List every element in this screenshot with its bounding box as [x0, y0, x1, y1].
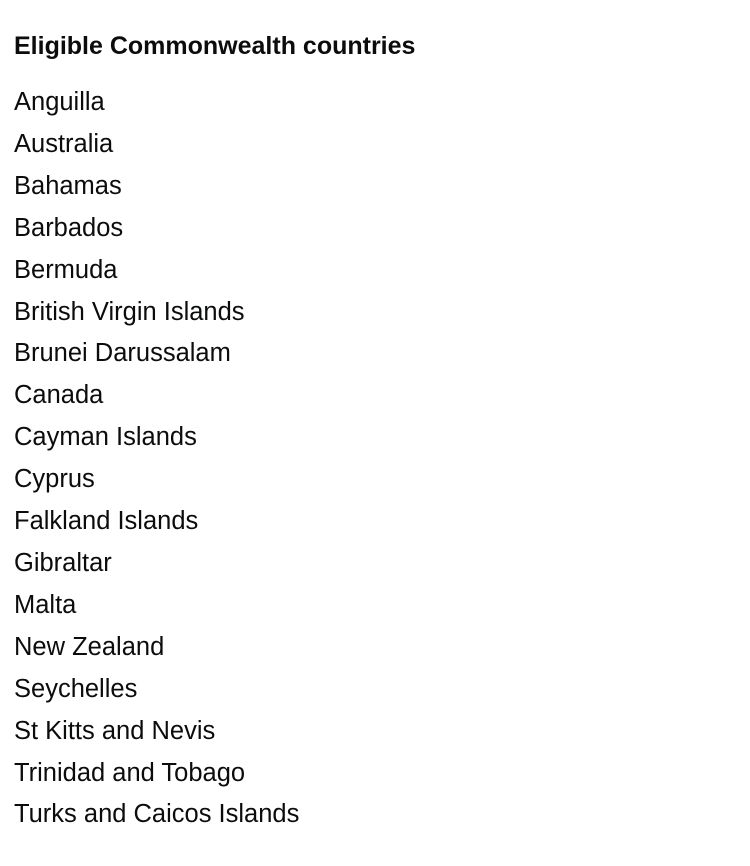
- list-item: Anguilla: [14, 88, 105, 116]
- country-list: Anguilla Australia Bahamas Barbados Berm…: [14, 82, 750, 836]
- list-item: Malta: [14, 590, 77, 619]
- list-item: Turks and Caicos Islands: [14, 800, 300, 829]
- list-item: Australia: [14, 129, 114, 158]
- list-item: Bermuda: [14, 255, 118, 284]
- list-item: Trinidad and Tobago: [14, 758, 246, 787]
- page-content: Eligible Commonwealth countries Anguilla…: [0, 0, 750, 836]
- list-item: Barbados: [14, 213, 124, 242]
- list-item: Canada: [14, 381, 104, 410]
- list-item: British Virgin Islands: [14, 297, 245, 326]
- list-item: St Kitts and Nevis: [14, 716, 216, 745]
- list-item: Cyprus: [14, 465, 95, 494]
- list-item: Gibraltar: [14, 548, 112, 577]
- list-item: Cayman Islands: [14, 423, 197, 452]
- list-item: Seychelles: [14, 674, 138, 703]
- list-item: Bahamas: [14, 171, 122, 200]
- section-heading: Eligible Commonwealth countries: [14, 32, 416, 60]
- list-item: Brunei Darussalam: [14, 339, 231, 368]
- list-item: New Zealand: [14, 632, 165, 661]
- list-item: Falkland Islands: [14, 507, 199, 536]
